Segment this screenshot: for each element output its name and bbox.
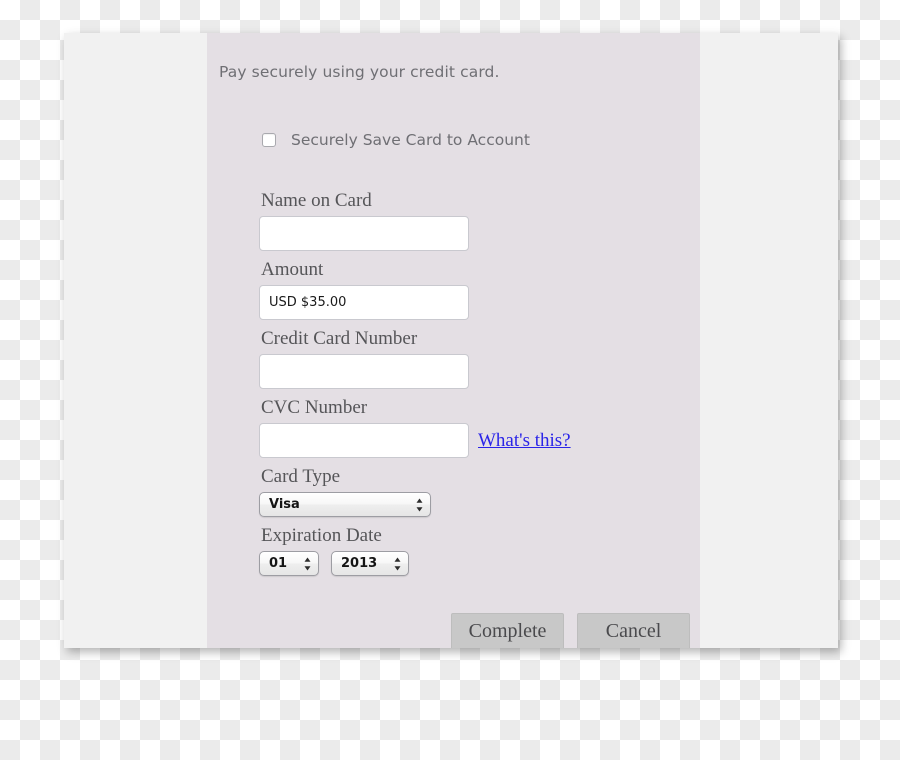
save-card-row[interactable]: Securely Save Card to Account <box>262 131 530 149</box>
amount-label: Amount <box>261 259 324 280</box>
cvc-number-field: CVC Number What's this? <box>259 395 689 458</box>
card-type-select-wrap: VisaMasterCardAmerican ExpressDiscover <box>259 492 431 517</box>
card-type-label: Card Type <box>261 466 341 487</box>
credit-card-number-label: Credit Card Number <box>261 328 418 349</box>
complete-button[interactable]: Complete <box>451 613 564 648</box>
dialog-actions: Complete Cancel <box>451 613 690 648</box>
save-card-checkbox[interactable] <box>262 133 276 147</box>
credit-card-number-input[interactable] <box>259 354 469 389</box>
credit-card-number-field: Credit Card Number <box>259 326 689 389</box>
expiration-year-select[interactable]: 20132014201520162017201820192020 <box>331 551 409 576</box>
cancel-button[interactable]: Cancel <box>577 613 690 648</box>
name-on-card-field: Name on Card <box>259 188 689 251</box>
expiration-year-wrap: 20132014201520162017201820192020 <box>331 551 409 576</box>
intro-text: Pay securely using your credit card. <box>219 63 500 81</box>
credit-card-form-panel: Pay securely using your credit card. Sec… <box>207 33 700 648</box>
cvc-number-label: CVC Number <box>261 397 368 418</box>
expiration-date-label: Expiration Date <box>261 525 382 546</box>
card-type-select[interactable]: VisaMasterCardAmerican ExpressDiscover <box>259 492 431 517</box>
whats-this-link[interactable]: What's this? <box>478 430 571 452</box>
cvc-number-input[interactable] <box>259 423 469 458</box>
card-type-field: Card Type VisaMasterCardAmerican Express… <box>259 464 689 517</box>
form-fields: Name on Card Amount Credit Card Number C… <box>259 188 689 582</box>
cvc-input-row: What's this? <box>259 423 689 458</box>
payment-dialog-card: Pay securely using your credit card. Sec… <box>64 33 838 648</box>
save-card-label: Securely Save Card to Account <box>291 131 530 149</box>
expiration-month-wrap: 010203040506070809101112 <box>259 551 319 576</box>
name-on-card-input[interactable] <box>259 216 469 251</box>
expiration-month-select[interactable]: 010203040506070809101112 <box>259 551 319 576</box>
amount-field: Amount <box>259 257 689 320</box>
expiration-selects-row: 010203040506070809101112 201320142015201… <box>259 551 689 576</box>
expiration-date-field: Expiration Date 010203040506070809101112… <box>259 523 689 576</box>
name-on-card-label: Name on Card <box>261 190 372 211</box>
amount-input[interactable] <box>259 285 469 320</box>
